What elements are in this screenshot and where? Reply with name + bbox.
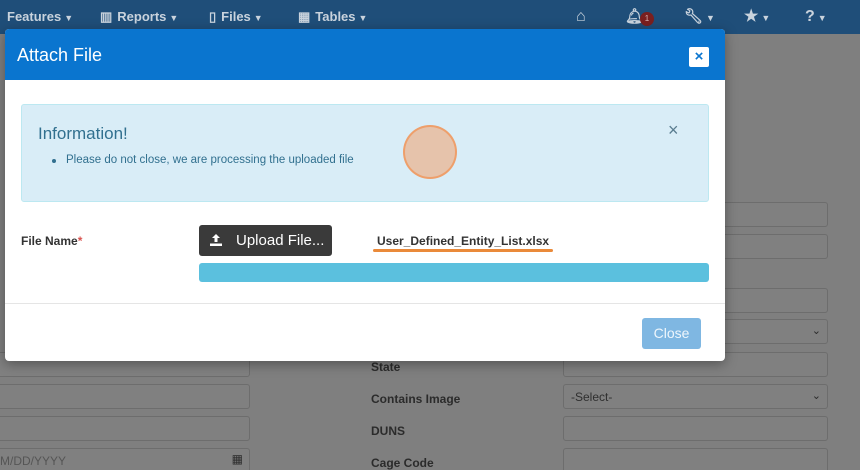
caret-down-icon: ▼ xyxy=(253,13,263,23)
caret-down-icon: ▼ xyxy=(169,13,179,23)
help-icon[interactable]: ? ▼ xyxy=(805,0,827,34)
cage-code-label: Cage Code xyxy=(371,456,434,470)
upload-button-label: Upload File... xyxy=(236,232,325,249)
selected-file-name: User_Defined_Entity_List.xlsx xyxy=(377,234,550,248)
caret-down-icon: ▼ xyxy=(64,13,74,23)
upload-progress-bar xyxy=(199,263,709,282)
date-placeholder: M/DD/YYYY xyxy=(0,454,67,468)
modal-title: Attach File xyxy=(17,45,103,65)
caret-down-icon: ▼ xyxy=(761,13,771,23)
contains-image-value: -Select- xyxy=(571,390,613,404)
bullet-icon xyxy=(52,159,56,163)
file-name-highlight xyxy=(373,249,553,252)
nav-features-label: Features xyxy=(7,9,62,24)
table-icon: ▦ xyxy=(298,9,311,24)
nav-tables-label: Tables xyxy=(315,9,356,24)
cage-code-input[interactable] xyxy=(563,448,828,470)
upload-icon xyxy=(210,234,222,246)
modal-close-button[interactable]: × xyxy=(689,47,709,67)
state-label: State xyxy=(371,360,401,374)
attach-file-modal: Attach File × Information! Please do not… xyxy=(5,29,725,361)
info-alert: Information! Please do not close, we are… xyxy=(21,104,709,202)
file-name-label: File Name* xyxy=(21,234,82,248)
caret-down-icon: ▼ xyxy=(817,13,827,23)
nav-reports-label: Reports xyxy=(117,9,167,24)
duns-input[interactable] xyxy=(563,416,828,441)
modal-footer-divider xyxy=(5,303,725,304)
contains-image-select[interactable]: -Select- ⌄ xyxy=(563,384,828,409)
chevron-down-icon: ⌄ xyxy=(811,325,821,337)
alert-title: Information! xyxy=(38,124,128,143)
caret-down-icon: ▼ xyxy=(358,13,368,23)
upload-file-button[interactable]: Upload File... xyxy=(199,225,332,256)
bar-chart-icon: ▥ xyxy=(100,9,113,24)
caret-down-icon: ▼ xyxy=(706,13,715,23)
nav-files-label: Files xyxy=(221,9,251,24)
calendar-icon[interactable]: ▦ xyxy=(232,452,243,466)
file-name-label-text: File Name xyxy=(21,234,78,248)
close-button[interactable]: Close xyxy=(642,318,701,349)
star-icon[interactable]: ★ ▼ xyxy=(744,0,770,34)
required-marker: * xyxy=(77,234,83,248)
date-input[interactable]: M/DD/YYYY ▦ xyxy=(0,448,250,470)
alert-message: Please do not close, we are processing t… xyxy=(66,154,354,166)
click-indicator xyxy=(403,125,457,179)
duns-label: DUNS xyxy=(371,424,406,438)
bg-input[interactable] xyxy=(0,416,250,441)
modal-header: Attach File × xyxy=(5,29,725,80)
notification-badge: 1 xyxy=(640,12,654,26)
file-icon: ▯ xyxy=(209,9,217,24)
bg-input[interactable] xyxy=(0,384,250,409)
contains-image-label: Contains Image xyxy=(371,392,461,406)
alert-close-button[interactable]: × xyxy=(668,120,679,141)
chevron-down-icon: ⌄ xyxy=(811,390,821,402)
